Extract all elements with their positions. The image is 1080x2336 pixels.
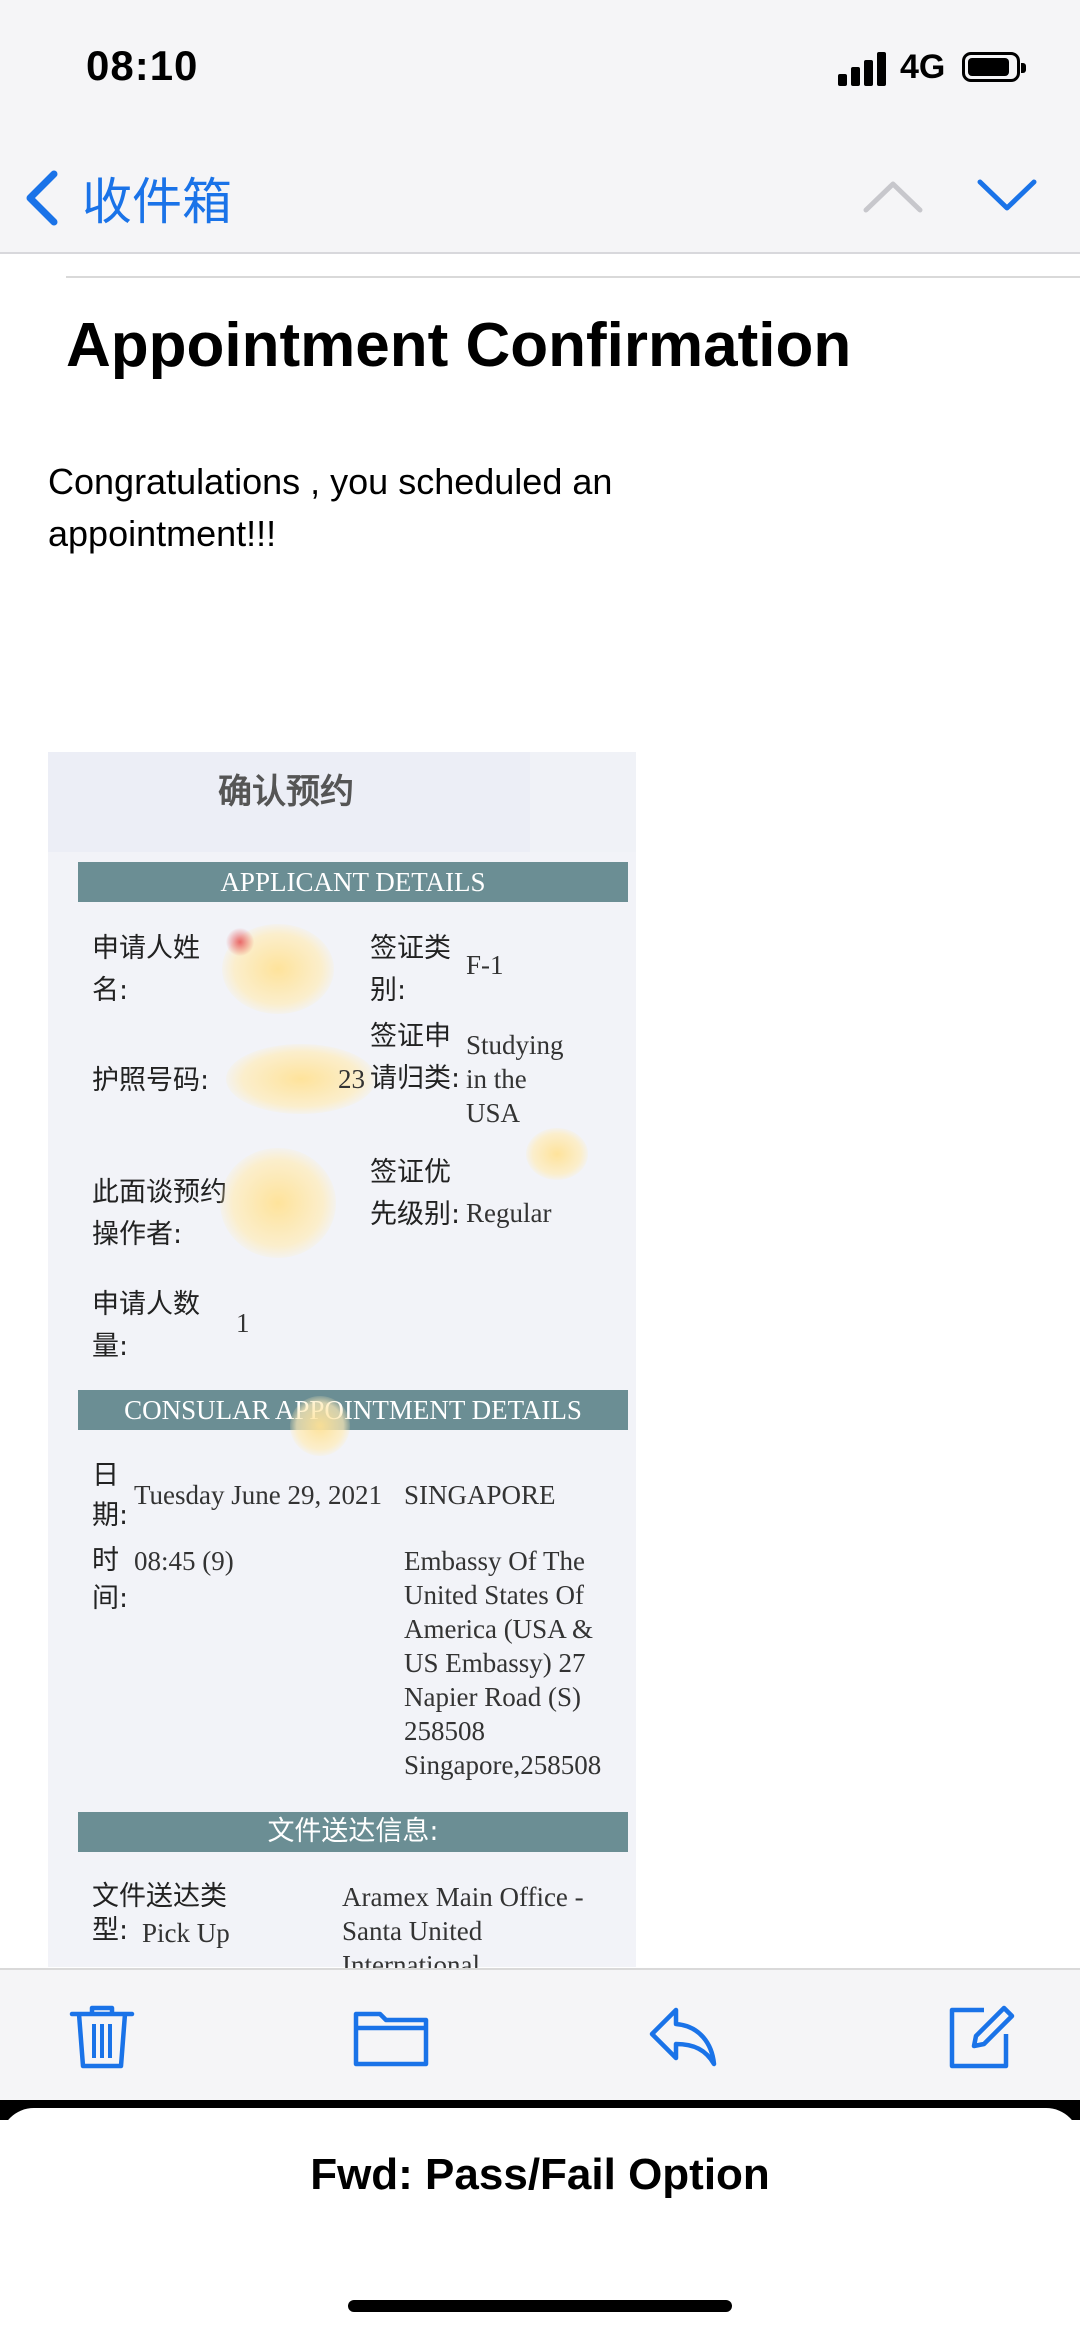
signal-icon	[838, 52, 890, 86]
doc-type-value: Pick Up	[142, 1918, 230, 1948]
applicant-count-label: 申请人数量:	[92, 1289, 200, 1362]
previous-message-icon[interactable]	[862, 178, 924, 214]
visa-category-label: 签证申请归类:	[370, 1021, 461, 1094]
attachment-title-area: 确认预约	[48, 752, 530, 856]
header-divider	[66, 276, 1080, 278]
email-subject: Appointment Confirmation	[66, 311, 852, 380]
applicant-count-value: 1	[236, 1308, 250, 1338]
status-time: 08:10	[86, 42, 199, 89]
redaction-mark-3	[290, 1396, 350, 1456]
back-label: 收件箱	[82, 173, 232, 231]
applicant-name-label: 申请人姓名:	[92, 933, 200, 1006]
visa-category-value: Studying in the USA	[466, 1030, 564, 1128]
next-message-icon[interactable]	[976, 178, 1038, 214]
email-body-text: Congratulations , you scheduled an appoi…	[48, 461, 613, 554]
doc-address: Aramex Main Office - Santa United Intern…	[342, 1882, 584, 1968]
reply-icon[interactable]	[646, 2000, 720, 2072]
time-label: 时间:	[92, 1545, 129, 1614]
applicant-details-header: APPLICANT DETAILS	[78, 862, 628, 902]
home-indicator	[348, 2300, 732, 2312]
visa-type-value: F-1	[466, 950, 504, 980]
date-value: Tuesday June 29, 2021	[134, 1480, 383, 1510]
attachment-title: 确认预约	[218, 772, 354, 812]
operator-label: 此面谈预约操作者:	[92, 1177, 227, 1250]
trash-icon[interactable]	[66, 2000, 138, 2072]
redaction-mark	[226, 928, 254, 956]
document-delivery-header: 文件送达信息:	[78, 1812, 628, 1852]
consular-details-header: CONSULAR APPOINTMENT DETAILS	[78, 1390, 628, 1430]
status-bar: 08:10 4G	[0, 0, 1080, 140]
sheet-message-title[interactable]: Fwd: Pass/Fail Option	[0, 2150, 1080, 2200]
visa-type-label: 签证类别:	[370, 933, 451, 1006]
compose-icon[interactable]	[944, 2000, 1016, 2072]
date-label: 日期:	[92, 1460, 129, 1531]
nav-bar: 收件箱	[0, 140, 1080, 254]
folder-icon[interactable]	[352, 2000, 430, 2072]
embassy-address: Embassy Of The United States Of America …	[404, 1546, 602, 1780]
priority-label: 签证优先级别:	[370, 1157, 461, 1230]
battery-icon	[962, 52, 1026, 82]
passport-label: 护照号码:	[92, 1065, 210, 1096]
redaction-mark-2	[526, 1128, 588, 1180]
back-button[interactable]: 收件箱	[22, 162, 232, 234]
time-value: 08:45 (9)	[134, 1546, 234, 1576]
location-city: SINGAPORE	[404, 1480, 556, 1510]
priority-value: Regular	[466, 1198, 552, 1228]
chevron-left-icon	[26, 170, 58, 226]
bottom-toolbar	[0, 1968, 1080, 2102]
network-type: 4G	[900, 48, 946, 86]
passport-tail: 23	[338, 1064, 365, 1094]
redacted-operator	[220, 1148, 336, 1258]
